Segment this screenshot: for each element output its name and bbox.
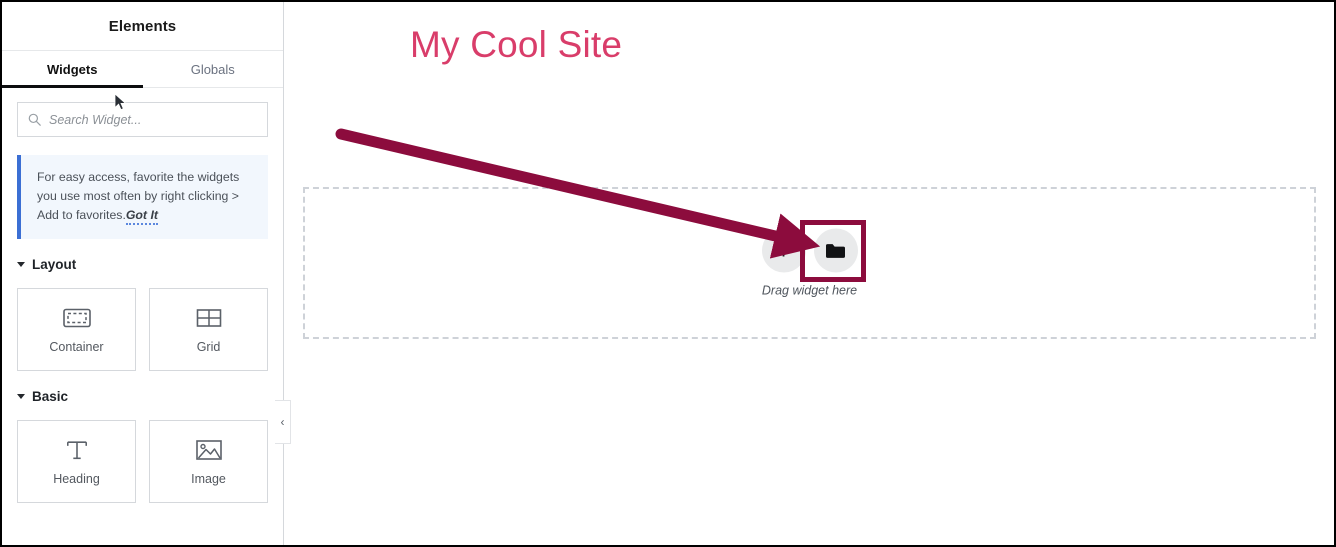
section-layout: Layout Container Grid	[2, 257, 283, 372]
widget-card-image-label: Image	[191, 471, 226, 486]
tab-globals-label: Globals	[190, 61, 235, 77]
add-element-button[interactable]: +	[761, 228, 806, 273]
page-canvas: My Cool Site + Drag widget here	[285, 2, 1334, 545]
container-icon	[62, 308, 91, 327]
panel-title: Elements	[2, 2, 283, 51]
elements-sidebar: Elements Widgets Globals For easy access…	[2, 2, 291, 545]
heading-icon	[66, 441, 87, 459]
widget-card-container[interactable]: Container	[17, 288, 136, 372]
section-layout-header[interactable]: Layout	[17, 257, 268, 276]
section-layout-title: Layout	[32, 257, 77, 273]
section-basic: Basic Heading Image	[2, 389, 283, 504]
section-layout-widgets: Container Grid	[17, 288, 268, 372]
grid-icon	[196, 308, 221, 327]
folder-button[interactable]	[813, 228, 858, 273]
tab-widgets[interactable]: Widgets	[2, 51, 143, 88]
search-area	[2, 88, 283, 137]
app-window: Elements Widgets Globals For easy access…	[0, 0, 1336, 547]
caret-down-icon	[17, 262, 25, 268]
widget-card-image[interactable]: Image	[149, 420, 268, 504]
search-input[interactable]	[49, 112, 257, 127]
sidebar-collapse-handle[interactable]: ‹	[275, 400, 291, 444]
dropzone-content: + Drag widget here	[305, 228, 1314, 298]
search-icon	[28, 113, 41, 126]
widget-dropzone[interactable]: + Drag widget here	[303, 187, 1316, 339]
caret-down-icon	[17, 394, 25, 400]
dropzone-caption: Drag widget here	[761, 283, 858, 298]
got-it-link[interactable]: Got It	[125, 208, 158, 226]
section-basic-title: Basic	[32, 389, 69, 405]
widget-card-grid[interactable]: Grid	[149, 288, 268, 372]
folder-icon	[826, 243, 845, 258]
search-box[interactable]	[17, 102, 268, 137]
tab-globals[interactable]: Globals	[143, 51, 284, 87]
chevron-left-icon: ‹	[280, 415, 285, 429]
widget-card-grid-label: Grid	[196, 339, 221, 354]
widget-card-heading[interactable]: Heading	[17, 420, 136, 504]
plus-icon: +	[776, 236, 791, 264]
section-basic-header[interactable]: Basic	[17, 389, 268, 408]
site-title: My Cool Site	[410, 24, 623, 65]
widget-card-heading-label: Heading	[53, 471, 100, 486]
image-icon	[195, 439, 222, 460]
sidebar-tabs: Widgets Globals	[2, 51, 283, 88]
dropzone-buttons: +	[761, 228, 858, 273]
section-basic-widgets: Heading Image	[17, 420, 268, 504]
widget-card-container-label: Container	[49, 339, 104, 354]
tab-widgets-label: Widgets	[47, 61, 98, 77]
favorites-notice: For easy access, favorite the widgets yo…	[17, 155, 268, 240]
